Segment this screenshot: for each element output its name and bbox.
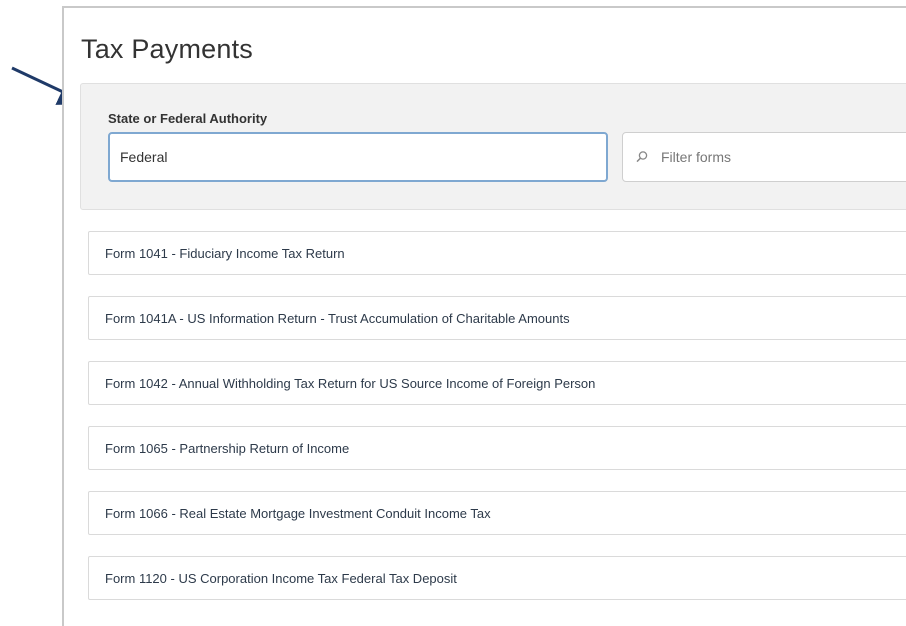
filter-forms-field[interactable] [622,132,906,182]
form-item-label: Form 1065 - Partnership Return of Income [105,440,350,456]
form-list-item[interactable]: Form 1066 - Real Estate Mortgage Investm… [88,491,906,535]
form-item-label: Form 1041 - Fiduciary Income Tax Return [105,245,345,261]
page-title: Tax Payments [81,34,253,64]
search-icon [635,150,649,164]
authority-select-value: Federal [120,149,168,165]
form-list-item[interactable]: Form 1041 - Fiduciary Income Tax Return [88,231,906,275]
filter-forms-input[interactable] [659,148,903,166]
tax-payments-panel: Tax Payments State or Federal Authority … [62,6,906,626]
form-list-item[interactable]: Form 1041A - US Information Return - Tru… [88,296,906,340]
form-list-item[interactable]: Form 1065 - Partnership Return of Income [88,426,906,470]
form-item-label: Form 1066 - Real Estate Mortgage Investm… [105,505,491,521]
filter-area: State or Federal Authority Federal [80,83,906,210]
form-item-label: Form 1041A - US Information Return - Tru… [105,310,570,326]
form-list-item[interactable]: Form 1042 - Annual Withholding Tax Retur… [88,361,906,405]
form-item-label: Form 1120 - US Corporation Income Tax Fe… [105,570,457,586]
form-list: Form 1041 - Fiduciary Income Tax Return … [88,231,906,621]
authority-select[interactable]: Federal [108,132,608,182]
authority-label: State or Federal Authority [108,111,268,126]
form-item-label: Form 1042 - Annual Withholding Tax Retur… [105,375,596,391]
form-list-item[interactable]: Form 1120 - US Corporation Income Tax Fe… [88,556,906,600]
